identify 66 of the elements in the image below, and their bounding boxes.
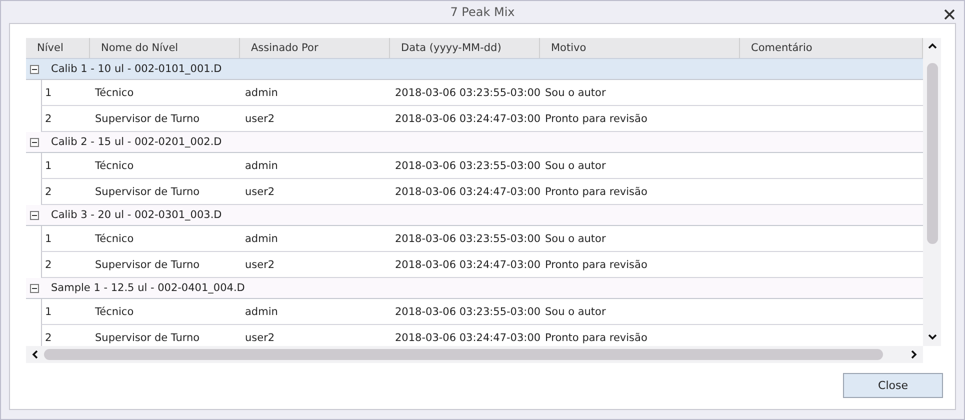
- table-cell-text: 2018-03-06 03:24:47-03:00: [394, 112, 541, 124]
- table-cell-text: 2018-03-06 03:23:55-03:00: [394, 306, 541, 318]
- table-cell-text: Sou o autor: [544, 86, 607, 98]
- table-cell-text: user2: [244, 186, 276, 198]
- table-cell-text: 2018-03-06 03:23:55-03:00: [394, 160, 541, 172]
- table-cell-text: 2018-03-06 03:23:55-03:00: [394, 86, 541, 98]
- table-cell-text: Técnico: [94, 306, 135, 318]
- scroll-down-icon[interactable]: [928, 334, 936, 340]
- column-header[interactable]: Nível: [26, 38, 90, 58]
- scroll-left-icon[interactable]: [32, 350, 38, 359]
- table-cell-text: Sou o autor: [544, 232, 607, 244]
- table-cell-text: Sou o autor: [544, 160, 607, 172]
- group-label: Calib 2 - 15 ul - 002-0201_002.D: [51, 136, 222, 148]
- column-header[interactable]: Assinado Por: [240, 38, 390, 58]
- table-cell-text: Supervisor de Turno: [94, 332, 201, 344]
- table-cell-text: admin: [244, 232, 279, 244]
- scroll-right-icon[interactable]: [911, 350, 917, 359]
- table-cell-text: admin: [244, 160, 279, 172]
- table-cell-text: Supervisor de Turno: [94, 112, 201, 124]
- table-cell-text: 2018-03-06 03:24:47-03:00: [394, 332, 541, 344]
- table-cell-text: user2: [244, 112, 276, 124]
- group-row[interactable]: Sample 1 - 12.5 ul - 002-0401_004.D: [26, 278, 923, 299]
- column-header[interactable]: Motivo: [540, 38, 740, 58]
- collapse-icon[interactable]: [30, 64, 39, 74]
- table-cell-text: 2018-03-06 03:23:55-03:00: [394, 232, 541, 244]
- table-cell-text: Pronto para revisão: [544, 112, 648, 124]
- close-button[interactable]: Close: [843, 373, 943, 398]
- table-cell-text: Pronto para revisão: [544, 332, 648, 344]
- scroll-up-icon[interactable]: [928, 43, 936, 49]
- column-header[interactable]: Data (yyyy-MM-dd): [390, 38, 540, 58]
- window-title: 7 Peak Mix: [450, 5, 515, 19]
- table-cell-text: 1: [44, 306, 53, 318]
- vertical-scrollbar[interactable]: [923, 38, 941, 346]
- table-cell-text: admin: [244, 86, 279, 98]
- collapse-icon[interactable]: [30, 210, 39, 220]
- close-icon[interactable]: [944, 9, 955, 20]
- column-header[interactable]: Nome do Nível: [90, 38, 240, 58]
- group-row[interactable]: Calib 2 - 15 ul - 002-0201_002.D: [26, 132, 923, 153]
- table-cell-text: 2: [44, 332, 53, 344]
- table-cell-text: 1: [44, 160, 53, 172]
- table-cell-text: 1: [44, 232, 53, 244]
- table-cell-text: 2018-03-06 03:24:47-03:00: [394, 186, 541, 198]
- group-label: Sample 1 - 12.5 ul - 002-0401_004.D: [51, 282, 245, 294]
- table-cell-text: Técnico: [94, 86, 135, 98]
- table-cell-text: Pronto para revisão: [544, 258, 648, 270]
- table-cell-text: Supervisor de Turno: [94, 186, 201, 198]
- collapse-icon[interactable]: [30, 284, 39, 292]
- group-label: Calib 1 - 10 ul - 002-0101_001.D: [51, 63, 222, 75]
- table-cell-text: Sou o autor: [544, 306, 607, 318]
- table-cell-text: Pronto para revisão: [544, 186, 648, 198]
- table-cell-text: Técnico: [94, 232, 135, 244]
- table-cell-text: 2: [44, 112, 53, 124]
- table-cell-text: 1: [44, 86, 53, 98]
- group-label: Calib 3 - 20 ul - 002-0301_003.D: [51, 209, 222, 221]
- table-cell-text: 2018-03-06 03:24:47-03:00: [394, 258, 541, 270]
- group-row[interactable]: Calib 3 - 20 ul - 002-0301_003.D: [26, 205, 923, 226]
- table-cell-text: Técnico: [94, 160, 135, 172]
- table-cell-text: user2: [244, 332, 276, 344]
- group-row[interactable]: Calib 1 - 10 ul - 002-0101_001.D: [26, 59, 923, 80]
- horizontal-scrollbar[interactable]: [26, 346, 923, 363]
- table-cell-text: 2: [44, 258, 53, 270]
- table-cell-text: admin: [244, 306, 279, 318]
- table-cell-text: 2: [44, 186, 53, 198]
- table-cell-text: Supervisor de Turno: [94, 258, 201, 270]
- collapse-icon[interactable]: [30, 138, 39, 146]
- table-cell-text: user2: [244, 258, 276, 270]
